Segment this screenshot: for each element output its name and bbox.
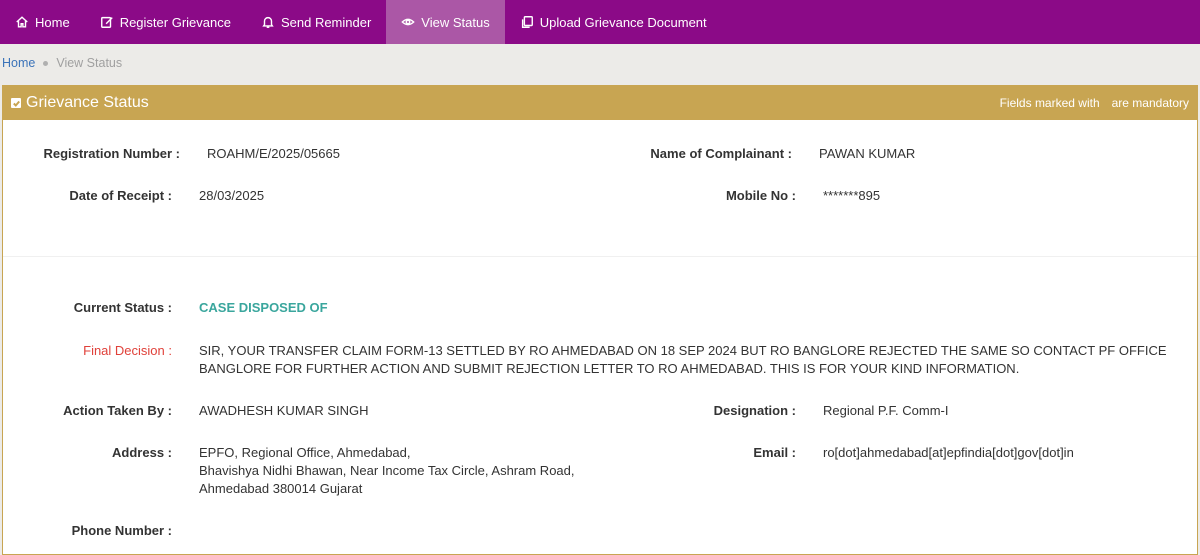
eye-icon: [401, 18, 416, 26]
bell-icon: [262, 16, 274, 28]
final-decision-label: Final Decision :: [83, 343, 172, 358]
complainant-name-value: PAWAN KUMAR: [819, 146, 916, 161]
edit-icon: [100, 16, 113, 28]
address-line-2: Bhavishya Nidhi Bhawan, Near Income Tax …: [199, 463, 575, 478]
breadcrumb-current: View Status: [56, 56, 123, 70]
home-icon: [16, 16, 28, 28]
nav-register-grievance[interactable]: Register Grievance: [85, 0, 246, 44]
mandatory-note-suffix: are mandatory: [1111, 96, 1189, 110]
top-navbar: Home Register Grievance Send Reminder Vi…: [0, 0, 1200, 44]
nav-send-reminder[interactable]: Send Reminder: [246, 0, 386, 44]
date-of-receipt-label: Date of Receipt :: [69, 188, 172, 203]
date-of-receipt-value: 28/03/2025: [199, 188, 265, 203]
nav-home-label: Home: [35, 14, 70, 30]
panel-header: Grievance Status Fields marked with are m…: [3, 86, 1197, 120]
registration-number-value: ROAHM/E/2025/05665: [207, 146, 340, 161]
email-value: ro[dot]ahmedabad[at]epfindia[dot]gov[dot…: [823, 445, 1074, 460]
email-label: Email :: [753, 445, 796, 460]
action-taken-by-label: Action Taken By :: [63, 403, 172, 418]
nav-upload-label: Upload Grievance Document: [539, 14, 707, 30]
mobile-no-value: *******895: [823, 188, 881, 203]
breadcrumb: Home View Status: [2, 55, 122, 71]
section-divider: [3, 256, 1197, 257]
designation-value: Regional P.F. Comm-I: [823, 403, 949, 418]
nav-reminder-label: Send Reminder: [280, 14, 372, 30]
registration-number-label: Registration Number :: [43, 146, 180, 161]
action-taken-by-value: AWADHESH KUMAR SINGH: [199, 403, 369, 418]
breadcrumb-home-link[interactable]: Home: [2, 56, 35, 70]
mandatory-note-prefix: Fields marked with: [999, 96, 1100, 110]
nav-register-label: Register Grievance: [119, 14, 231, 30]
current-status-value: CASE DISPOSED OF: [199, 300, 328, 315]
nav-upload-document[interactable]: Upload Grievance Document: [505, 0, 722, 44]
complainant-name-label: Name of Complainant :: [650, 146, 792, 161]
designation-label: Designation :: [713, 403, 796, 418]
mobile-no-label: Mobile No :: [725, 188, 796, 203]
address-line-1: EPFO, Regional Office, Ahmedabad,: [199, 445, 411, 460]
nav-view-status-label: View Status: [421, 14, 490, 30]
checkbox-icon: [11, 98, 21, 108]
grievance-status-panel: Grievance Status Fields marked with are m…: [2, 85, 1198, 555]
nav-view-status[interactable]: View Status: [386, 0, 505, 44]
address-line-3: Ahmedabad 380014 Gujarat: [199, 481, 363, 496]
phone-number-label: Phone Number :: [71, 523, 172, 538]
panel-title: Grievance Status: [26, 94, 149, 111]
current-status-label: Current Status :: [73, 300, 172, 315]
breadcrumb-separator: [43, 60, 49, 66]
copy-document-icon: [521, 16, 533, 28]
mandatory-note: Fields marked with are mandatory: [1000, 96, 1189, 110]
final-decision-value: SIR, YOUR TRANSFER CLAIM FORM-13 SETTLED…: [199, 343, 1167, 376]
nav-home[interactable]: Home: [0, 0, 85, 44]
address-label: Address :: [112, 445, 172, 460]
